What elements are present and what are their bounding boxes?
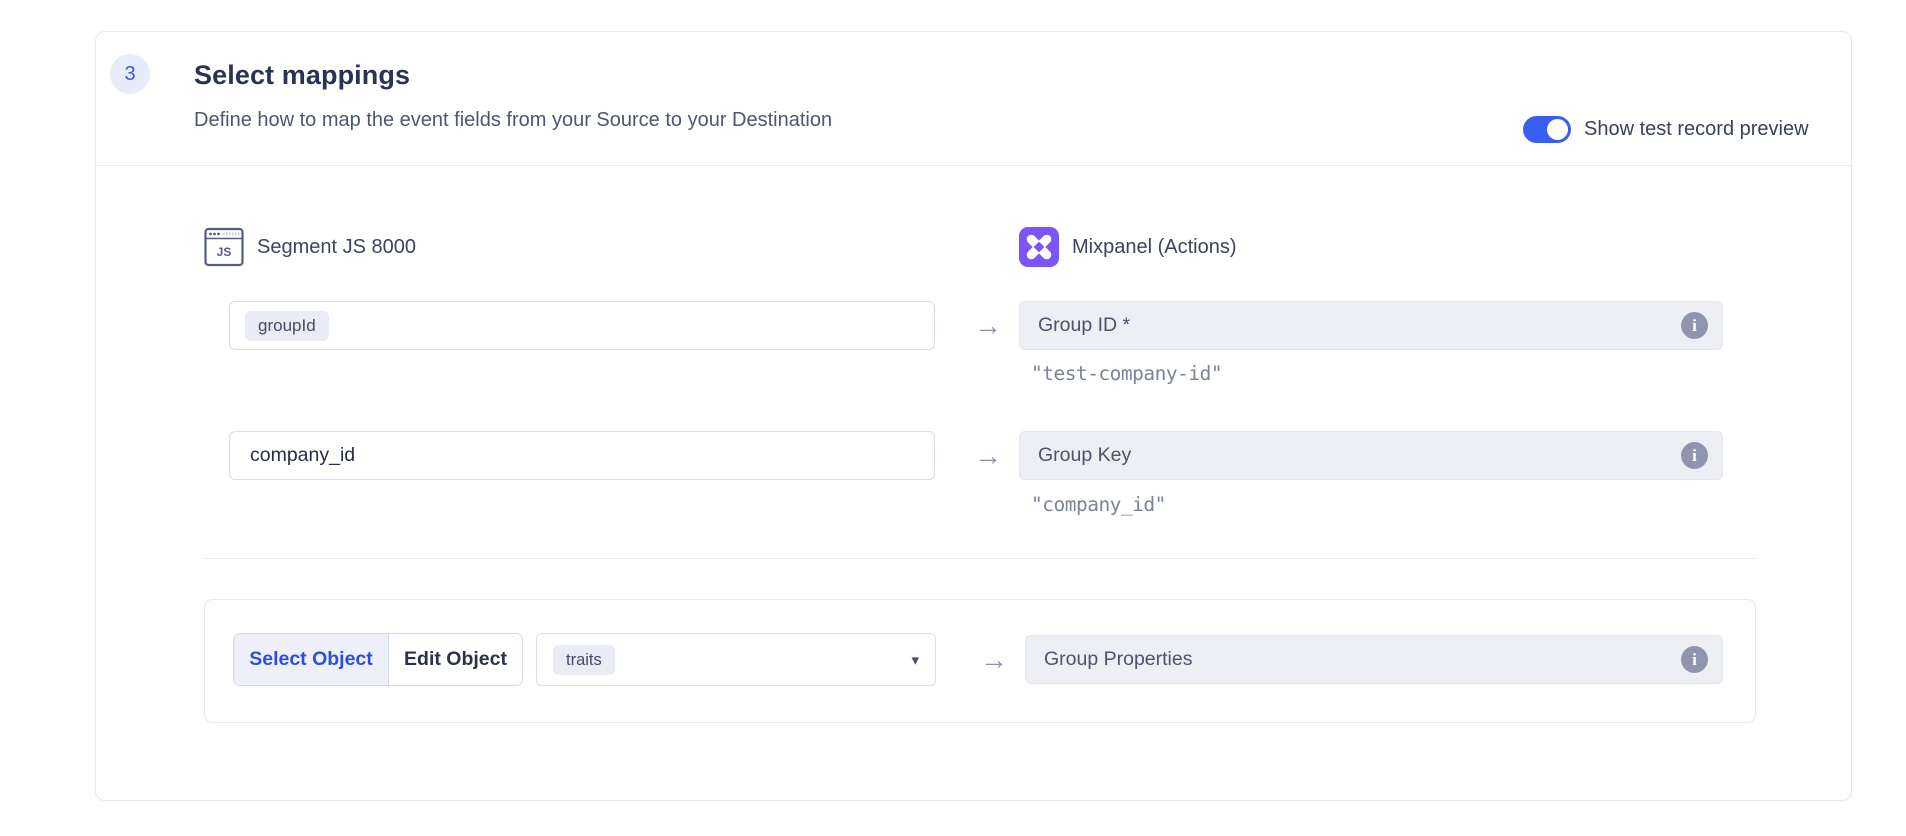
section-divider: [204, 558, 1756, 559]
toggle-label: Show test record preview: [1584, 116, 1809, 143]
arrow-right-icon: →: [956, 301, 1020, 350]
test-record-preview-value: "company_id": [1031, 493, 1166, 516]
select-object-tab[interactable]: Select Object: [234, 634, 389, 685]
object-mode-segmented-control: Select Object Edit Object: [233, 633, 523, 686]
page-title: Select mappings: [194, 60, 410, 91]
source-header: JS Segment JS 8000: [204, 226, 416, 268]
info-icon[interactable]: i: [1681, 646, 1708, 673]
step-number-badge: 3: [110, 54, 150, 94]
test-record-preview-value: "test-company-id": [1031, 362, 1222, 385]
source-field-input[interactable]: company_id: [229, 431, 935, 480]
arrow-right-icon: →: [962, 633, 1026, 686]
page-subtitle: Define how to map the event fields from …: [194, 109, 832, 132]
source-field-chip[interactable]: groupId: [245, 311, 329, 341]
select-mappings-card: 3 Select mappings Define how to map the …: [95, 31, 1852, 801]
mixpanel-icon: [1019, 227, 1059, 267]
destination-field-label: Group ID *: [1038, 314, 1130, 337]
object-source-chip: traits: [553, 645, 615, 675]
header-divider: [96, 165, 1851, 166]
destination-field: Group Properties i: [1025, 635, 1723, 684]
page-background: 3 Select mappings Define how to map the …: [0, 0, 1906, 836]
info-icon[interactable]: i: [1681, 442, 1708, 469]
arrow-right-icon: →: [956, 431, 1020, 480]
object-mapping-panel: Select Object Edit Object traits ▾ → Gro…: [204, 599, 1756, 723]
destination-header: Mixpanel (Actions): [1019, 226, 1237, 268]
source-field-input[interactable]: groupId: [229, 301, 935, 350]
destination-field-label: Group Key: [1038, 444, 1131, 467]
source-name: Segment JS 8000: [257, 236, 416, 259]
js-browser-icon: JS: [204, 226, 244, 268]
source-field-text: company_id: [245, 444, 355, 467]
destination-field: Group ID * i: [1019, 301, 1723, 350]
edit-object-tab[interactable]: Edit Object: [389, 634, 522, 685]
info-icon[interactable]: i: [1681, 312, 1708, 339]
test-record-preview-toggle-group: Show test record preview: [1523, 116, 1809, 143]
toggle-knob: [1547, 119, 1568, 140]
destination-field-label: Group Properties: [1044, 648, 1193, 671]
show-test-record-preview-toggle[interactable]: [1523, 116, 1571, 143]
destination-field: Group Key i: [1019, 431, 1723, 480]
js-icon-glyph: JS: [217, 245, 232, 259]
destination-name: Mixpanel (Actions): [1072, 236, 1237, 259]
chevron-down-icon: ▾: [911, 651, 919, 669]
object-source-dropdown[interactable]: traits ▾: [536, 633, 936, 686]
